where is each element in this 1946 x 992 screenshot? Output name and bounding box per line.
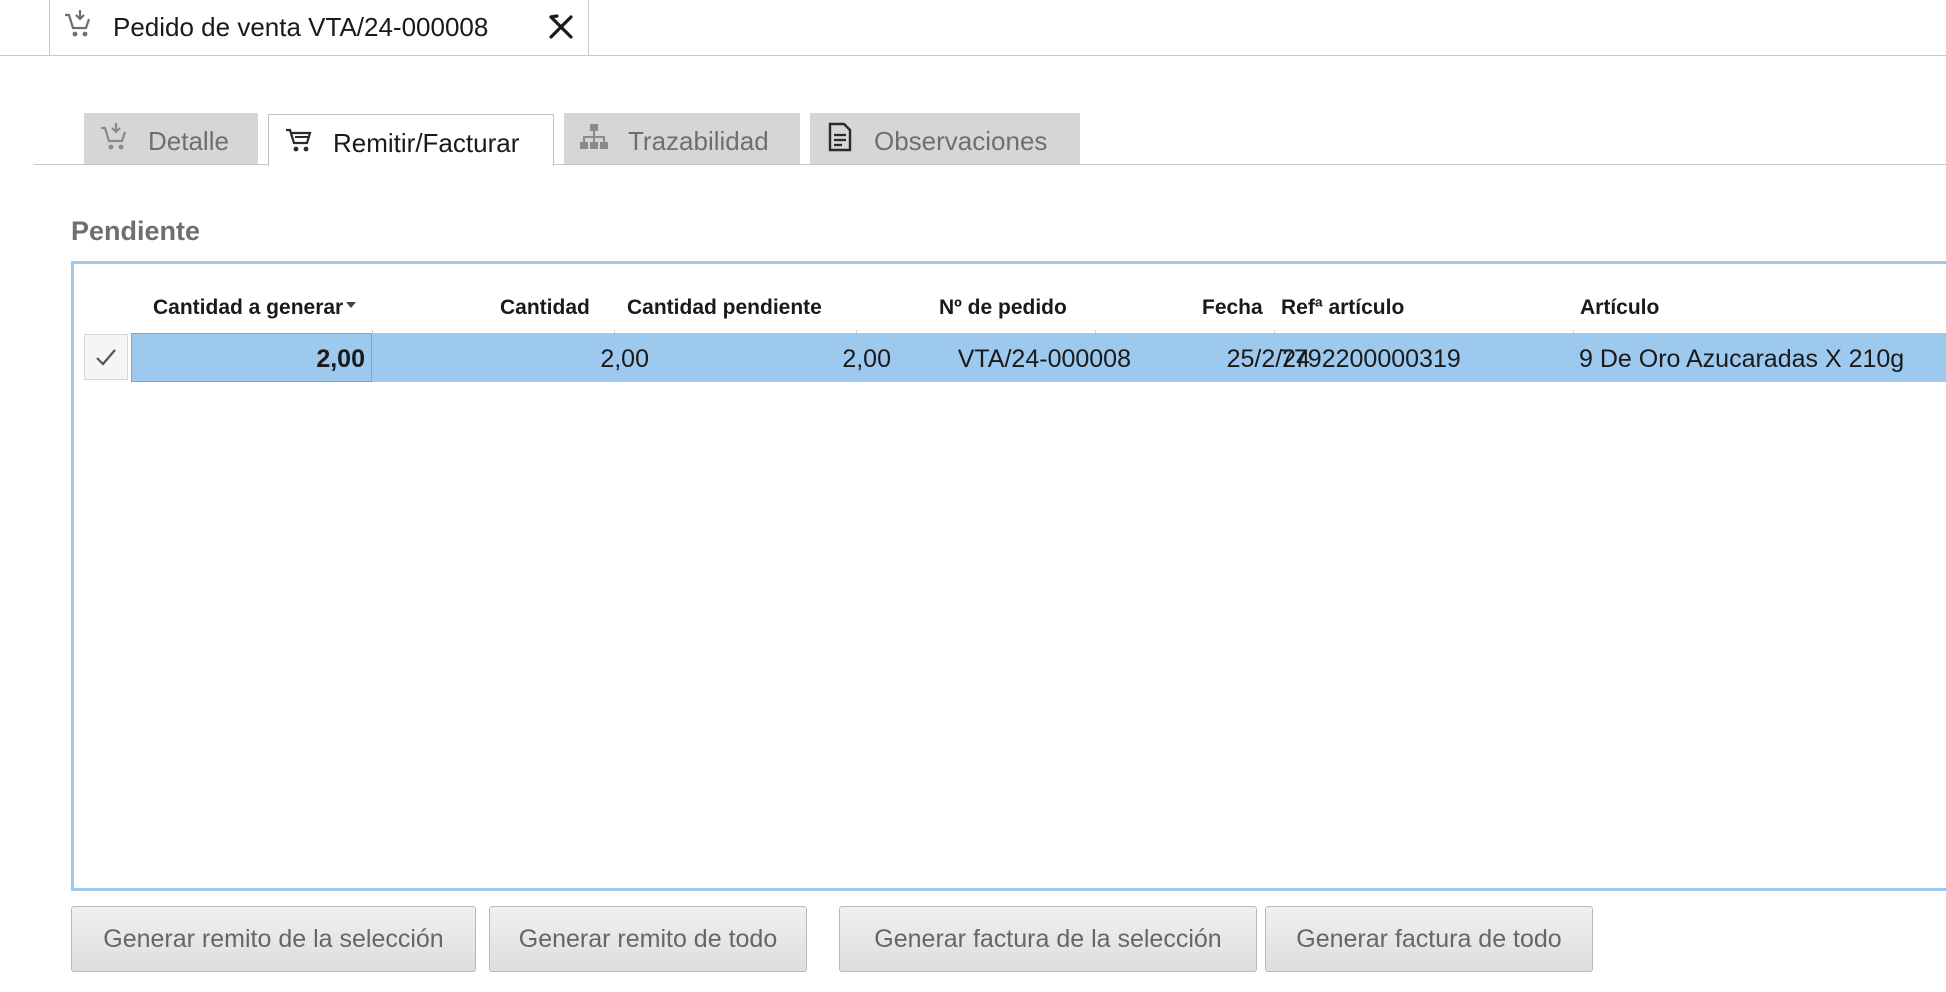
tab-remitir-facturar-label: Remitir/Facturar [333,128,520,158]
column-header-cantidad-a-generar[interactable]: Cantidad a generar [153,296,343,320]
cell-nro-pedido: VTA/24-000008 [957,345,1131,373]
cell-ref-articulo: 7792200000319 [1280,345,1461,373]
close-icon[interactable] [544,10,578,44]
generar-remito-seleccion-button[interactable]: Generar remito de la selección [71,906,476,972]
document-tab-title: Pedido de venta VTA/24-000008 [113,12,489,42]
checkmark-icon [96,349,116,366]
cell-cantidad: 2,00 [600,345,649,373]
column-header-articulo[interactable]: Artículo [1580,296,1659,320]
tab-trazabilidad-label: Trazabilidad [628,126,769,156]
column-header-cantidad-pendiente[interactable]: Cantidad pendiente [627,296,822,320]
tab-detalle[interactable]: Detalle [84,113,258,164]
cart-download-icon [101,123,127,150]
tab-observaciones-label: Observaciones [874,126,1048,156]
column-header-cantidad[interactable]: Cantidad [500,296,590,320]
tab-observaciones[interactable]: Observaciones [810,113,1080,164]
generar-remito-todo-button[interactable]: Generar remito de todo [489,906,807,972]
generar-factura-todo-button[interactable]: Generar factura de todo [1265,906,1593,972]
sort-arrow-icon [346,302,356,308]
hierarchy-icon [580,124,608,149]
generar-factura-seleccion-button[interactable]: Generar factura de la selección [839,906,1257,972]
row-select-checkbox[interactable] [84,334,128,380]
cantidad-a-generar-input[interactable]: 2,00 [131,333,372,382]
column-header-fecha[interactable]: Fecha [1202,296,1263,320]
tab-remitir-facturar[interactable]: Remitir/Facturar [268,114,554,166]
column-header-ref-articulo[interactable]: Refª artículo [1281,296,1404,320]
tab-detalle-label: Detalle [148,126,229,156]
pending-table[interactable]: Cantidad a generar Cantidad Cantidad pen… [71,261,1946,891]
table-row[interactable]: 2,00 2,00 2,00 VTA/24-000008 25/2/24 779… [131,333,1946,382]
cell-cantidad-pendiente: 2,00 [842,345,891,373]
document-tab[interactable]: Pedido de venta VTA/24-000008 [49,0,589,55]
tab-trazabilidad[interactable]: Trazabilidad [564,113,800,164]
document-tab-bar [0,55,1946,56]
column-header-nro-pedido[interactable]: Nº de pedido [939,296,1067,320]
document-icon [828,122,852,152]
cell-articulo: 9 De Oro Azucaradas X 210g [1579,345,1905,373]
cart-icon [286,128,312,152]
section-title: Pendiente [71,216,201,246]
cart-download-icon [65,10,91,37]
